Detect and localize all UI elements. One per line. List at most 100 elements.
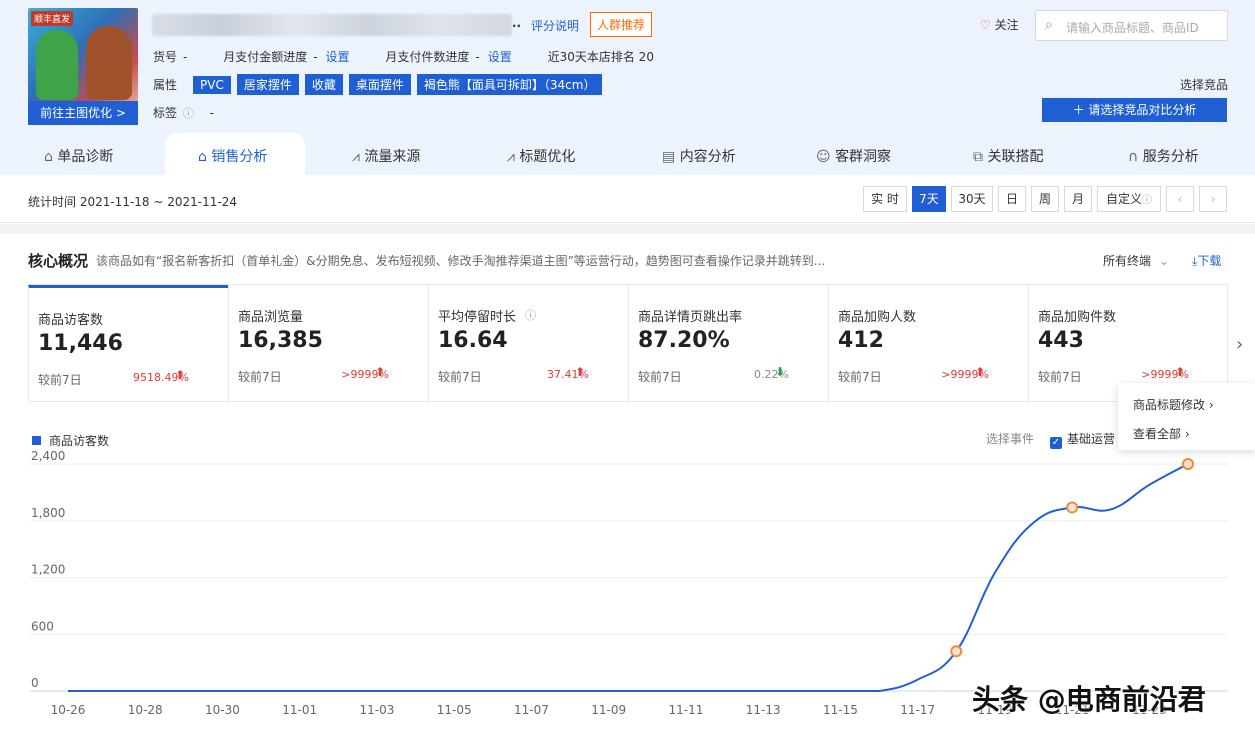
title-modify-item[interactable]: 商品标题修改 › [1133,396,1214,413]
chevron-right-icon: › [1208,398,1214,412]
select-event-label: 选择事件 [986,432,1035,446]
title-ellipsis: .. [512,16,522,30]
attr-tag: 收藏 [304,74,343,95]
metric-card[interactable]: 商品访客数 11,446 较前7日 9518.49% ⬆ [28,285,228,401]
y-tick-label: 2,400 [31,450,65,463]
link-icon: ⧉ [973,149,983,165]
view-all-item[interactable]: 查看全部 › [1133,425,1190,442]
popup-item-label: 查看全部 [1133,427,1182,441]
prev-period-button[interactable]: ‹ [1166,186,1194,212]
y-tick-label: 1,200 [31,563,65,577]
arrow-up-icon: ⬆ [175,368,186,382]
metric-value: 87.20% [638,328,730,353]
range-30d-button[interactable]: 30天 [951,186,993,212]
event-marker[interactable] [1066,501,1079,514]
metric-value: 443 [1038,328,1084,353]
metric-name: 商品浏览量 [238,310,304,325]
monthly-amount-value: - [313,50,318,64]
plus-icon: ＋ [1072,103,1085,117]
document-icon: ▤ [662,149,676,165]
optimize-main-image-button[interactable]: 前往主图优化 > [28,101,138,125]
metric-name: 商品加购件数 [1038,310,1117,325]
range-custom-button[interactable]: 自定义ⓘ [1097,186,1161,212]
tag-label: 标签 [153,106,178,120]
tab-label: 流量来源 [364,149,421,165]
toy-figure-right [86,26,132,100]
heart-icon: ♡ [980,18,991,32]
metric-card[interactable]: 商品浏览量 16,385 较前7日 >9999% ⬆ [228,285,428,401]
metric-name: 商品详情页跳出率 [638,310,743,325]
range-month-button[interactable]: 月 [1064,186,1092,212]
compare-competitor-button[interactable]: ＋ 请选择竞品对比分析 [1042,98,1227,122]
terminal-select[interactable]: 所有终端 ⌄ [1103,252,1169,269]
metric-compare-label: 较前7日 [1038,370,1082,384]
x-tick-label: 11-07 [514,703,549,717]
help-icon[interactable]: ⓘ [183,107,194,120]
legend-swatch [32,436,41,445]
shop-icon: ⌂ [44,149,53,165]
tab-service-analysis[interactable]: ∩ 服务分析 [1128,146,1199,166]
basic-ops-label: 基础运营 [1067,432,1116,446]
tab-label: 标题优化 [519,149,576,165]
event-marker[interactable] [950,645,963,658]
chart-legend[interactable]: 商品访客数 [32,432,109,449]
basic-ops-checkbox[interactable]: ✓ 基础运营 [1050,430,1115,449]
crowd-recommend-button[interactable]: 人群推荐 [590,12,653,37]
metric-card[interactable]: 商品加购人数 412 较前7日 >9999% ⬆ [828,285,1028,401]
search-box[interactable]: ⌕ 请输入商品标题、商品ID [1035,10,1228,41]
tab-related-match[interactable]: ⧉ 关联搭配 [973,146,1043,166]
headset-icon: ∩ [1128,149,1139,165]
attr-tag: 居家摆件 [236,74,299,95]
users-icon: ☺ [816,149,831,165]
monthly-count-set-link[interactable]: 设置 [488,50,512,64]
attr-tag: PVC [193,76,231,94]
metric-cards: 商品访客数 11,446 较前7日 9518.49% ⬆ 商品浏览量 16,385 较前7日 >… [28,284,1228,402]
chevron-right-icon: › [1184,427,1190,441]
help-icon: ⓘ [525,309,536,322]
next-period-button[interactable]: › [1199,186,1227,212]
metric-compare-label: 较前7日 [638,370,682,384]
range-day-button[interactable]: 日 [998,186,1026,212]
tab-sales-analysis[interactable]: ⌂ 销售分析 [198,146,267,166]
toy-figure-left [36,30,78,100]
search-input[interactable]: 请输入商品标题、商品ID [1066,19,1199,36]
metric-name: 商品访客数 [38,313,104,328]
metric-compare-label: 较前7日 [438,370,482,384]
tab-title-optimize[interactable]: ⩘ 标题优化 [507,146,575,166]
range-realtime-button[interactable]: 实 时 [863,186,907,212]
x-tick-label: 11-13 [746,703,781,717]
event-marker[interactable] [1182,458,1194,470]
terminal-label: 所有终端 [1103,254,1152,268]
tab-content-analysis[interactable]: ▤ 内容分析 [662,146,736,166]
metric-card[interactable]: 平均停留时长 ⓘ 16.64 较前7日 37.41% ⬆ [428,285,628,401]
tab-traffic-source[interactable]: ⩘ 流量来源 [352,146,420,166]
range-week-button[interactable]: 周 [1031,186,1059,212]
watermark: 头条 @电商前沿君 [972,683,1206,716]
tab-label: 客群洞察 [835,149,892,165]
checkbox-checked-icon: ✓ [1050,437,1062,449]
product-title-blurred [152,14,512,36]
x-tick-label: 10-28 [128,703,163,717]
tab-single-diagnosis[interactable]: ⌂ 单品诊断 [44,146,113,166]
sku-label: 货号 [153,50,178,64]
line-chart-icon: ⩘ [352,149,360,165]
download-button[interactable]: ⤓下载 [1192,252,1221,269]
product-attrs-row: 属性 PVC 居家摆件 收藏 桌面摆件 褐色熊【面具可拆卸】（34cm） [153,74,608,95]
x-tick-label: 11-09 [591,703,626,717]
tab-label: 单品诊断 [57,149,114,165]
chevron-right-icon[interactable]: › [1236,334,1243,355]
core-overview-desc: 该商品如有“报名新客折扣（首单礼金）&分期免息、发布短视频、修改手淘推荐渠道主图… [96,254,826,268]
search-icon: ⌕ [1045,17,1053,33]
metric-card[interactable]: 商品详情页跳出率 87.20% 较前7日 0.22% ⬇ [628,285,828,401]
range-7d-button[interactable]: 7天 [912,186,946,212]
core-overview-title: 核心概况 [28,252,89,270]
download-label: 下载 [1197,254,1222,268]
x-tick-label: 10-30 [205,703,240,717]
score-explain-link[interactable]: 评分说明 [531,17,579,34]
sku-value: - [183,50,188,64]
follow-button[interactable]: ♡ 关注 [980,16,1019,33]
tab-audience-insight[interactable]: ☺ 客群洞察 [816,146,891,166]
event-popup: 商品标题修改 › 查看全部 › [1118,383,1255,450]
product-info-row: 货号 - 月支付金额进度 - 设置 月支付件数进度 - 设置 近30天本店排名 20 [153,48,660,65]
monthly-amount-set-link[interactable]: 设置 [326,50,350,64]
